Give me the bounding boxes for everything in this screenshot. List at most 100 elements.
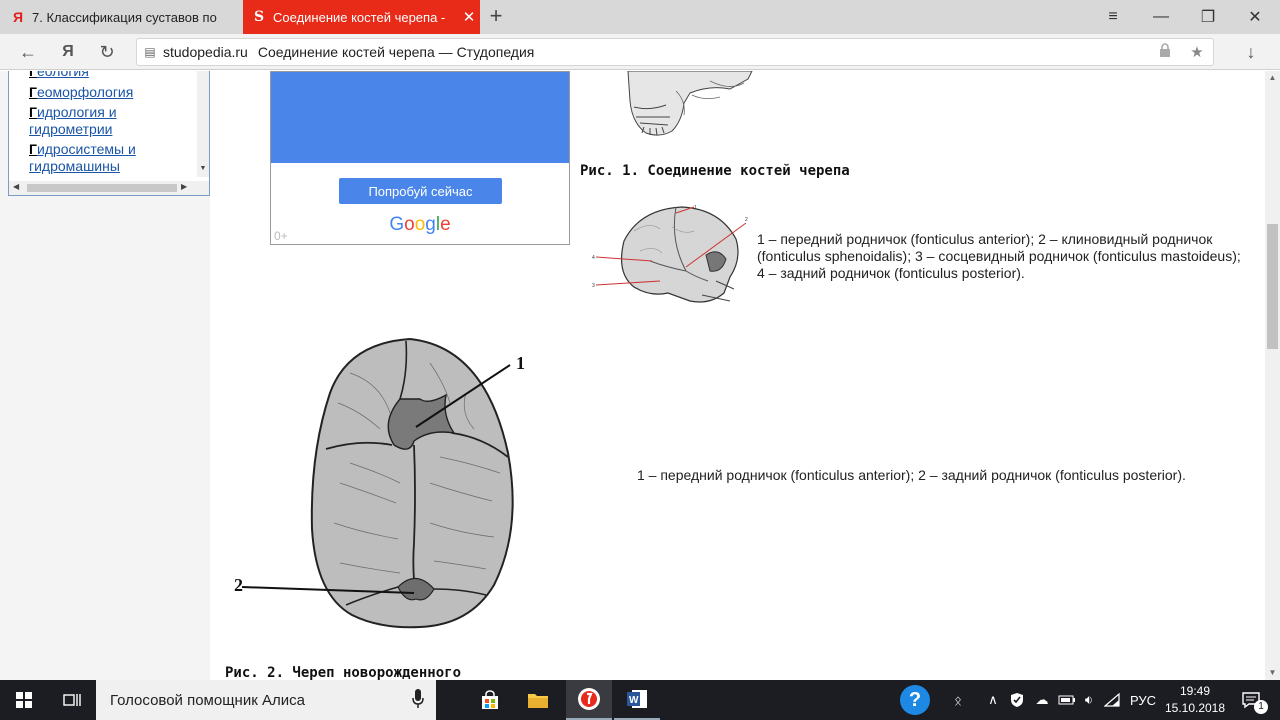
minimize-button[interactable]: — — [1138, 0, 1184, 34]
people-icon[interactable]: ᛟ — [946, 680, 970, 720]
windows-taskbar: Голосовой помощник Алиса W ? ᛟ ∧ ☁ 🔉︎ РУ… — [0, 680, 1280, 720]
figure-label: 1 — [694, 205, 697, 211]
task-view-icon — [63, 694, 81, 706]
taskbar-yandex-browser[interactable] — [566, 680, 612, 720]
back-button[interactable]: ← — [14, 38, 42, 66]
tab-skull-bones[interactable]: S Соединение костей черепа - ✕ — [243, 0, 480, 34]
address-bar[interactable]: ▤ studopedia.ru Соединение костей черепа… — [136, 38, 1214, 66]
category-initial: Г — [29, 71, 37, 79]
category-initial: Г — [29, 104, 37, 120]
svg-text:W: W — [629, 695, 639, 706]
microphone-icon[interactable] — [412, 689, 424, 714]
bookmark-star-icon[interactable]: ★ — [1181, 43, 1213, 61]
lateral-skull-fontanelles-illustration: 1 2 3 4 — [592, 205, 748, 303]
scroll-left-arrow-icon[interactable]: ◀ — [13, 182, 19, 191]
address-page-title: Соединение костей черепа — Студопедия — [257, 44, 535, 60]
category-label: идросистемы и гидромашины — [29, 141, 136, 174]
logo-letter: G — [389, 214, 405, 235]
help-button[interactable]: ? — [898, 680, 932, 720]
newborn-skull-illustration: 1 2 — [234, 337, 525, 629]
scrollbar-thumb[interactable] — [1267, 224, 1278, 349]
navigation-bar: ← Я ↻ ▤ studopedia.ru Соединение костей … — [0, 34, 1280, 70]
figure-label: 3 — [592, 283, 595, 289]
figure-label: 2 — [745, 217, 748, 223]
show-hidden-icons-chevron-icon[interactable]: ∧ — [984, 680, 1002, 720]
logo-letter: o — [414, 214, 426, 235]
taskbar-store-app[interactable] — [468, 680, 512, 720]
folder-icon — [528, 694, 548, 708]
logo-letter: g — [425, 214, 436, 235]
scroll-up-arrow-icon[interactable]: ▲ — [1265, 71, 1280, 85]
yandex-home-button[interactable]: Я — [54, 38, 82, 66]
yandex-favicon-icon: Я — [12, 9, 24, 25]
category-list-box: Геология Геоморфология Гидрология и гидр… — [8, 71, 210, 196]
logo-letter: e — [440, 214, 451, 235]
category-initial: Г — [29, 141, 37, 157]
language-indicator[interactable]: РУС — [1126, 680, 1160, 720]
category-label: идрология и гидрометрии — [29, 104, 117, 137]
downloads-icon[interactable]: ↓ — [1237, 38, 1265, 66]
battery-icon[interactable] — [1056, 680, 1078, 720]
category-label: еоморфология — [36, 83, 134, 100]
action-center-button[interactable]: 1 — [1234, 680, 1268, 720]
category-label: еология — [36, 71, 89, 79]
notification-count-badge: 1 — [1254, 700, 1268, 714]
network-icon[interactable] — [1100, 680, 1124, 720]
browser-menu-button[interactable]: ≡ — [1090, 0, 1136, 34]
figure-2-caption: Рис. 2. Череп новорожденного — [225, 665, 462, 680]
tab-title: 7. Классификация суставов по — [32, 9, 217, 25]
figure-1-caption: Рис. 1. Соединение костей черепа — [580, 163, 850, 179]
new-tab-button[interactable]: + — [484, 5, 508, 29]
category-link-hydrosystems[interactable]: Гидросистемы и гидромашины — [29, 141, 189, 174]
start-button[interactable] — [0, 680, 48, 720]
word-icon: W — [627, 690, 647, 708]
tab-joint-classification[interactable]: Я 7. Классификация суставов по — [0, 0, 240, 34]
figure-2-description: 1 – передний родничок (fonticulus anteri… — [637, 467, 1186, 483]
left-sidebar: Геология Геоморфология Гидрология и гидр… — [0, 71, 210, 680]
scrollbar-thumb[interactable] — [27, 184, 177, 192]
tab-title: Соединение костей черепа - — [273, 9, 446, 25]
system-clock[interactable]: 19:49 15.10.2018 — [1160, 683, 1230, 717]
defender-shield-icon[interactable] — [1006, 680, 1028, 720]
category-link-geology[interactable]: Геология — [29, 71, 189, 80]
category-initial: Г — [29, 83, 37, 100]
task-view-button[interactable] — [48, 680, 96, 720]
tab-strip: Я 7. Классификация суставов по S Соедине… — [0, 0, 1280, 34]
skull-joints-figure — [627, 71, 753, 136]
ad-try-now-button[interactable]: Попробуй сейчас — [339, 178, 502, 204]
category-vertical-scrollbar[interactable]: ▼ — [197, 71, 209, 177]
scroll-down-arrow-icon[interactable]: ▼ — [197, 165, 209, 177]
close-tab-icon[interactable]: ✕ — [458, 8, 480, 26]
windows-logo-icon — [16, 692, 32, 708]
reload-button[interactable]: ↻ — [93, 38, 121, 66]
ad-image-area[interactable] — [271, 72, 569, 163]
volume-icon[interactable]: 🔉︎ — [1078, 680, 1100, 720]
close-window-button[interactable]: ✕ — [1232, 0, 1278, 34]
logo-letter: o — [404, 214, 415, 235]
figure-1-description: 1 – передний родничок (fonticulus anteri… — [757, 231, 1241, 281]
google-ad-banner[interactable]: Попробуй сейчас Google 0+ — [270, 71, 570, 245]
clock-time: 19:49 — [1179, 684, 1211, 698]
category-link-hydrology[interactable]: Гидрология и гидрометрии — [29, 104, 189, 137]
restore-button[interactable]: ❐ — [1185, 0, 1231, 34]
taskbar-file-explorer[interactable] — [516, 680, 560, 720]
protect-lock-icon[interactable] — [1149, 43, 1181, 61]
studopedia-favicon-icon: S — [253, 9, 265, 25]
figure-label: 4 — [592, 255, 595, 261]
scroll-down-arrow-icon[interactable]: ▼ — [1265, 666, 1280, 680]
site-info-icon[interactable]: ▤ — [137, 45, 163, 59]
address-domain: studopedia.ru — [163, 44, 248, 60]
scroll-right-arrow-icon[interactable]: ▶ — [181, 182, 187, 191]
google-logo: Google — [271, 214, 569, 236]
store-bag-icon — [482, 690, 498, 709]
help-question-icon: ? — [900, 685, 930, 715]
figure-label: 1 — [516, 353, 525, 373]
clock-date: 15.10.2018 — [1164, 701, 1226, 715]
category-horizontal-scrollbar[interactable]: ◀ ▶ — [9, 181, 209, 195]
onedrive-cloud-icon[interactable]: ☁ — [1030, 680, 1054, 720]
page-vertical-scrollbar[interactable]: ▲ ▼ — [1265, 71, 1280, 680]
category-link-geomorphology[interactable]: Геоморфология — [29, 84, 189, 101]
taskbar-word[interactable]: W — [614, 680, 660, 720]
category-list: Геология Геоморфология Гидрология и гидр… — [29, 71, 189, 178]
taskbar-search-box[interactable]: Голосовой помощник Алиса — [96, 680, 436, 720]
